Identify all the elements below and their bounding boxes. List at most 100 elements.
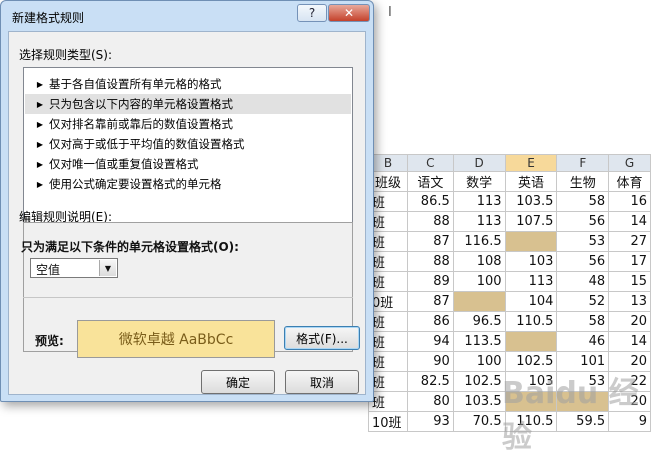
table-cell[interactable]: 100 bbox=[452, 271, 506, 292]
table-cell[interactable]: 70.5 bbox=[452, 411, 506, 432]
table-cell[interactable]: 58 bbox=[556, 311, 610, 332]
table-cell[interactable]: 20 bbox=[608, 311, 651, 332]
table-cell[interactable] bbox=[504, 231, 558, 252]
table-cell[interactable]: 113 bbox=[504, 271, 558, 292]
table-cell[interactable]: 53 bbox=[556, 231, 610, 252]
table-cell[interactable]: 班 bbox=[368, 391, 408, 412]
table-row: 班 87 116.5 53 27 bbox=[368, 231, 651, 252]
column-header[interactable]: E bbox=[504, 154, 558, 172]
table-cell[interactable]: 0班 bbox=[368, 291, 408, 312]
rule-type-item[interactable]: ▶ 只为包含以下内容的单元格设置格式 bbox=[25, 94, 351, 114]
column-header[interactable]: D bbox=[452, 154, 506, 172]
column-header[interactable]: B bbox=[368, 154, 408, 172]
chevron-down-icon[interactable]: ▼ bbox=[99, 260, 116, 276]
column-header[interactable]: F bbox=[556, 154, 610, 172]
table-cell[interactable]: 班 bbox=[368, 351, 408, 372]
table-cell[interactable]: 102.5 bbox=[452, 371, 506, 392]
table-cell[interactable] bbox=[504, 331, 558, 352]
table-cell[interactable]: 13 bbox=[608, 291, 651, 312]
close-button[interactable]: ✕ bbox=[328, 4, 370, 22]
table-cell[interactable]: 103 bbox=[504, 251, 558, 272]
rule-type-item-label: 仅对高于或低于平均值的数值设置格式 bbox=[49, 137, 245, 151]
table-row: BCDEFG bbox=[368, 154, 651, 172]
table-cell[interactable]: 94 bbox=[406, 331, 454, 352]
title-bar[interactable]: 新建格式规则 ? ✕ bbox=[1, 1, 373, 29]
table-cell[interactable]: 86 bbox=[406, 311, 454, 332]
ok-button[interactable]: 确定 bbox=[201, 370, 275, 394]
column-header[interactable]: G bbox=[608, 154, 651, 172]
condition-select[interactable]: 空值 ▼ bbox=[30, 258, 118, 278]
table-cell[interactable]: 班 bbox=[368, 231, 408, 252]
table-cell[interactable]: 班 bbox=[368, 311, 408, 332]
triangle-right-icon: ▶ bbox=[36, 179, 44, 189]
table-cell[interactable]: 104 bbox=[504, 291, 558, 312]
table-cell[interactable]: 27 bbox=[608, 231, 651, 252]
table-cell[interactable]: 100 bbox=[452, 351, 506, 372]
table-header-cell[interactable]: 语文 bbox=[406, 171, 454, 192]
rule-type-list[interactable]: ▶ 基于各自值设置所有单元格的格式 ▶ 只为包含以下内容的单元格设置格式 ▶ 仅对排名靠前… bbox=[23, 67, 353, 225]
table-cell[interactable]: 103.5 bbox=[452, 391, 506, 412]
table-cell[interactable]: 86.5 bbox=[406, 191, 454, 212]
table-row: 班 89 100 113 48 15 bbox=[368, 271, 651, 292]
table-cell[interactable]: 班 bbox=[368, 331, 408, 352]
column-header[interactable]: C bbox=[406, 154, 454, 172]
table-cell[interactable]: 14 bbox=[608, 211, 651, 232]
table-cell[interactable]: 82.5 bbox=[406, 371, 454, 392]
dialog-title: 新建格式规则 bbox=[12, 11, 85, 25]
table-cell[interactable]: 班 bbox=[368, 211, 408, 232]
table-row: 班 86 96.5 110.5 58 20 bbox=[368, 311, 651, 332]
triangle-right-icon: ▶ bbox=[36, 139, 44, 149]
table-cell[interactable]: 88 bbox=[406, 211, 454, 232]
table-cell[interactable]: 15 bbox=[608, 271, 651, 292]
rule-type-item-label: 仅对排名靠前或靠后的数值设置格式 bbox=[49, 117, 233, 131]
table-cell[interactable]: 56 bbox=[556, 211, 610, 232]
rule-type-item[interactable]: ▶ 仅对高于或低于平均值的数值设置格式 bbox=[25, 134, 351, 154]
table-cell[interactable]: 96.5 bbox=[452, 311, 506, 332]
table-cell[interactable]: 108 bbox=[452, 251, 506, 272]
table-cell[interactable]: 17 bbox=[608, 251, 651, 272]
rule-type-item[interactable]: ▶ 使用公式确定要设置格式的单元格 bbox=[25, 174, 351, 194]
table-cell[interactable]: 16 bbox=[608, 191, 651, 212]
table-cell[interactable]: 113.5 bbox=[452, 331, 506, 352]
rule-type-item[interactable]: ▶ 仅对排名靠前或靠后的数值设置格式 bbox=[25, 114, 351, 134]
table-cell[interactable]: 14 bbox=[608, 331, 651, 352]
table-cell[interactable]: 103.5 bbox=[504, 191, 558, 212]
table-cell[interactable]: 46 bbox=[556, 331, 610, 352]
table-header-cell[interactable]: 英语 bbox=[504, 171, 558, 192]
table-cell[interactable]: 107.5 bbox=[504, 211, 558, 232]
help-button[interactable]: ? bbox=[297, 4, 327, 22]
table-cell[interactable]: 10班 bbox=[368, 411, 408, 432]
table-cell[interactable]: 52 bbox=[556, 291, 610, 312]
table-cell[interactable]: 116.5 bbox=[452, 231, 506, 252]
cancel-button[interactable]: 取消 bbox=[285, 370, 359, 394]
rule-type-item[interactable]: ▶ 仅对唯一值或重复值设置格式 bbox=[25, 154, 351, 174]
table-cell[interactable]: 110.5 bbox=[504, 311, 558, 332]
table-cell[interactable]: 87 bbox=[406, 291, 454, 312]
table-cell[interactable]: 58 bbox=[556, 191, 610, 212]
rule-type-item[interactable]: ▶ 基于各自值设置所有单元格的格式 bbox=[25, 74, 351, 94]
table-cell[interactable]: 90 bbox=[406, 351, 454, 372]
table-cell[interactable]: 班 bbox=[368, 371, 408, 392]
table-cell[interactable]: 89 bbox=[406, 271, 454, 292]
table-cell[interactable]: 113 bbox=[452, 211, 506, 232]
triangle-right-icon: ▶ bbox=[36, 119, 44, 129]
table-header-cell[interactable]: 班级 bbox=[368, 171, 408, 192]
table-header-cell[interactable]: 体育 bbox=[608, 171, 651, 192]
table-cell[interactable]: 56 bbox=[556, 251, 610, 272]
table-cell[interactable]: 93 bbox=[406, 411, 454, 432]
table-header-cell[interactable]: 数学 bbox=[452, 171, 506, 192]
preview-label: 预览: bbox=[35, 334, 64, 348]
triangle-right-icon: ▶ bbox=[36, 159, 44, 169]
table-cell[interactable]: 87 bbox=[406, 231, 454, 252]
format-preview: 微软卓越 AaBbCc bbox=[77, 320, 275, 358]
table-cell[interactable]: 班 bbox=[368, 271, 408, 292]
table-cell[interactable]: 班 bbox=[368, 251, 408, 272]
table-header-cell[interactable]: 生物 bbox=[556, 171, 610, 192]
table-cell[interactable]: 48 bbox=[556, 271, 610, 292]
table-cell[interactable] bbox=[452, 291, 506, 312]
table-cell[interactable]: 88 bbox=[406, 251, 454, 272]
format-button[interactable]: 格式(F)... bbox=[284, 326, 360, 350]
table-cell[interactable]: 80 bbox=[406, 391, 454, 412]
table-cell[interactable]: 113 bbox=[452, 191, 506, 212]
table-cell[interactable]: 班 bbox=[368, 191, 408, 212]
